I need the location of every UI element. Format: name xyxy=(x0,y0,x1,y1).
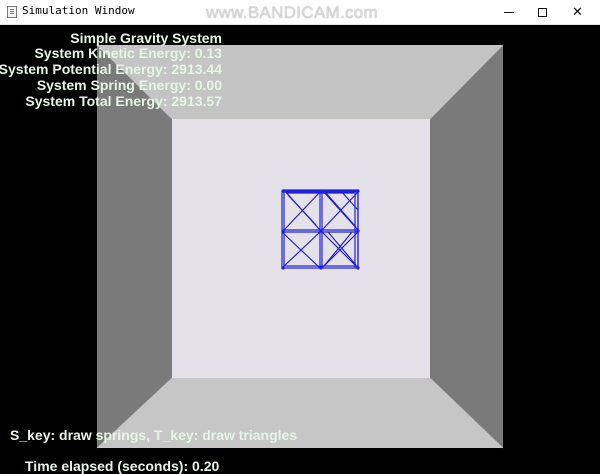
maximize-icon xyxy=(538,7,547,17)
watermark-text: www.BANDICAM.com xyxy=(206,3,378,22)
window-titlebar[interactable]: Simulation Window www.BANDICAM.com ✕ xyxy=(0,0,600,25)
render-viewport[interactable]: Simple Gravity System System Kinetic Ene… xyxy=(0,25,600,474)
spring-energy-readout: System Spring Energy: 0.00 xyxy=(36,77,222,93)
hud-title: Simple Gravity System xyxy=(70,30,222,46)
back-wall-face xyxy=(172,119,430,378)
time-elapsed-readout: Time elapsed (seconds): 0.20 xyxy=(25,458,220,474)
key-hint-text: S_key: draw springs, T_key: draw triangl… xyxy=(10,427,298,443)
window-title: Simulation Window xyxy=(22,4,135,17)
potential-energy-readout: System Potential Energy: 2913.44 xyxy=(0,61,222,77)
kinetic-energy-readout: System Kinetic Energy: 0.13 xyxy=(34,45,222,61)
close-button[interactable]: ✕ xyxy=(555,0,600,24)
total-energy-readout: System Total Energy: 2913.57 xyxy=(25,93,222,109)
minimize-icon xyxy=(503,11,514,13)
close-icon: ✕ xyxy=(572,4,583,20)
app-icon xyxy=(7,6,17,18)
